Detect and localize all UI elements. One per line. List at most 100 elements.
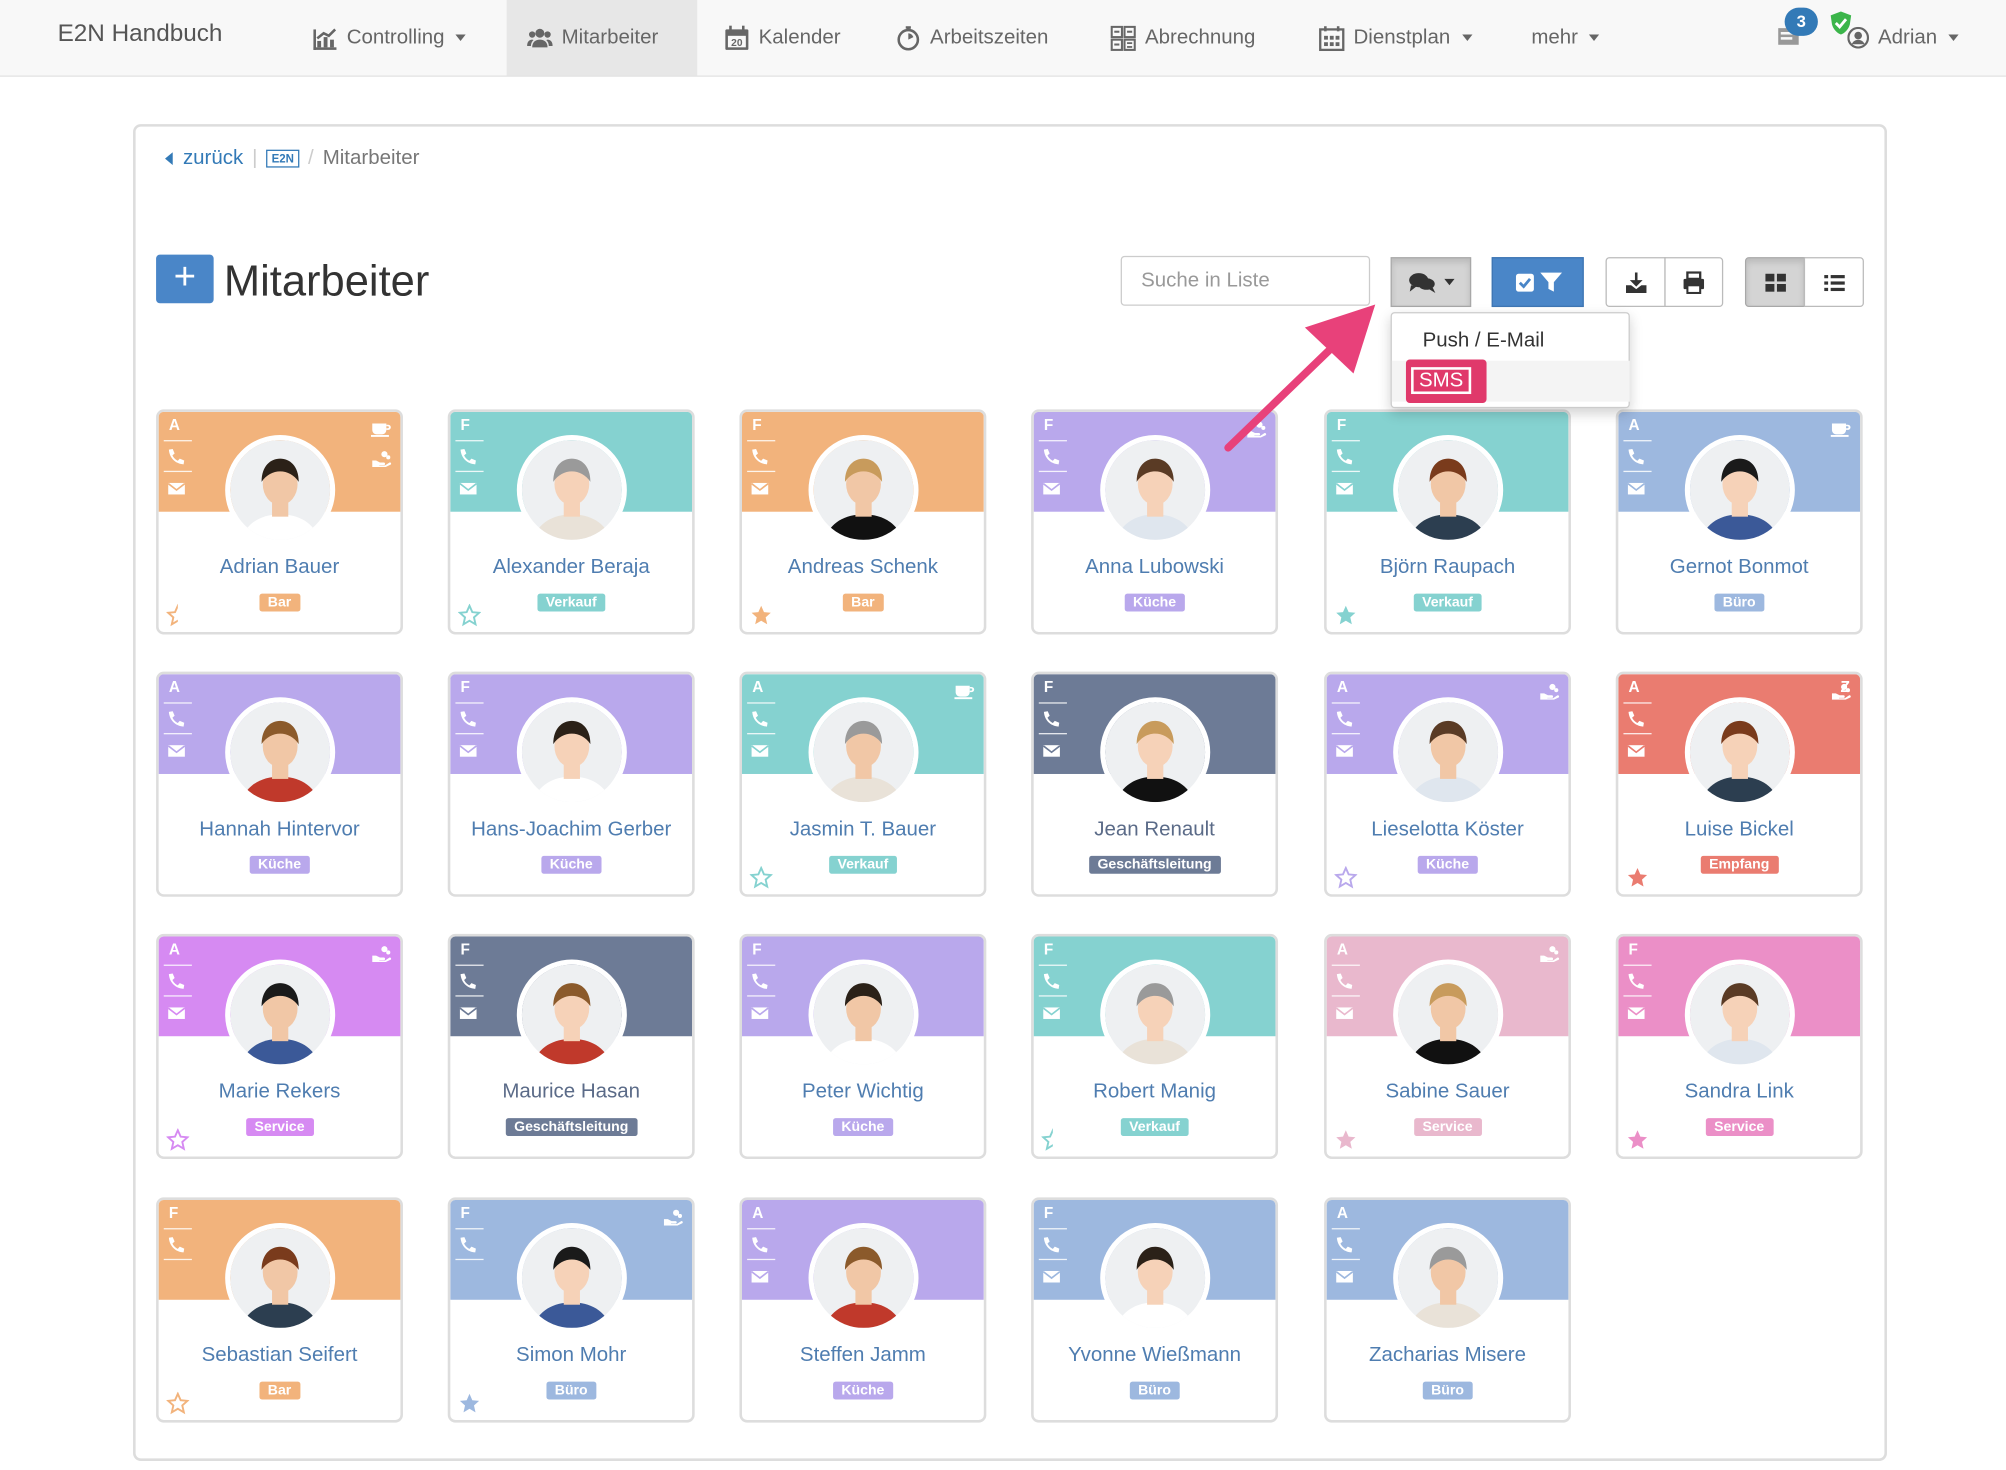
employee-name[interactable]: Simon Mohr	[450, 1345, 692, 1368]
employee-card[interactable]: F Alexander Beraja Verkauf	[447, 409, 695, 635]
mail-icon[interactable]	[1042, 480, 1061, 498]
e2n-logo[interactable]: E2N	[266, 149, 300, 168]
download-button[interactable]	[1605, 257, 1666, 308]
employee-card[interactable]: A Gernot Bonmot Büro	[1615, 409, 1863, 635]
mail-icon[interactable]	[1042, 1268, 1061, 1286]
add-employee-button[interactable]: +	[156, 254, 214, 304]
favorite-star-icon[interactable]	[1334, 604, 1357, 627]
mail-icon[interactable]	[751, 742, 769, 760]
mail-icon[interactable]	[1335, 742, 1354, 760]
employee-name[interactable]: Luise Bickel	[1618, 819, 1860, 842]
phone-icon[interactable]	[1043, 972, 1061, 990]
mail-icon[interactable]	[1042, 1004, 1061, 1022]
phone-icon[interactable]	[1336, 972, 1354, 990]
employee-name[interactable]: Jasmin T. Bauer	[742, 819, 984, 842]
employee-name[interactable]: Gernot Bonmot	[1618, 556, 1860, 579]
favorite-star-icon[interactable]	[1626, 1128, 1649, 1151]
employee-card[interactable]: F Hans-Joachim Gerber Küche	[447, 671, 695, 897]
mail-icon[interactable]	[459, 1004, 478, 1022]
nav-controlling[interactable]: Controlling	[312, 0, 467, 75]
phone-icon[interactable]	[751, 710, 769, 728]
phone-icon[interactable]	[168, 448, 186, 466]
phone-icon[interactable]	[751, 448, 769, 466]
phone-icon[interactable]	[459, 972, 477, 990]
phone-icon[interactable]	[1043, 448, 1061, 466]
employee-card[interactable]: A Jasmin T. Bauer Verkauf	[739, 671, 987, 897]
mail-icon[interactable]	[1627, 742, 1646, 760]
mail-icon[interactable]	[751, 480, 769, 498]
nav-mehr[interactable]: mehr	[1531, 0, 1600, 75]
favorite-star-icon[interactable]	[166, 1391, 190, 1415]
mail-icon[interactable]	[167, 742, 186, 760]
phone-icon[interactable]	[459, 710, 477, 728]
employee-card[interactable]: F Sandra Link Service	[1615, 933, 1863, 1160]
employee-name[interactable]: Björn Raupach	[1327, 556, 1569, 579]
phone-icon[interactable]	[1336, 1236, 1354, 1254]
nav-arbeitszeiten[interactable]: Arbeitszeiten	[896, 0, 1048, 75]
favorite-star-icon[interactable]	[166, 1128, 190, 1151]
nav-abrechnung[interactable]: Abrechnung	[1110, 0, 1255, 75]
employee-name[interactable]: Adrian Bauer	[159, 556, 401, 579]
mail-icon[interactable]	[751, 1268, 769, 1286]
print-button[interactable]	[1664, 257, 1724, 308]
phone-icon[interactable]	[1627, 710, 1645, 728]
nav-kalender[interactable]: 20 Kalender	[724, 0, 841, 75]
message-dropdown-button[interactable]	[1390, 257, 1472, 308]
employee-name[interactable]: Sebastian Seifert	[159, 1345, 401, 1368]
mail-icon[interactable]	[1335, 1004, 1354, 1022]
phone-icon[interactable]	[168, 1236, 186, 1254]
search-input[interactable]	[1120, 255, 1371, 306]
favorite-star-icon[interactable]	[1626, 866, 1649, 889]
favorite-star-icon[interactable]	[1041, 1128, 1064, 1151]
employee-name[interactable]: Zacharias Misere	[1327, 1345, 1569, 1368]
employee-card[interactable]: F Maurice Hasan Geschäftsleitung	[447, 933, 695, 1160]
phone-icon[interactable]	[751, 972, 769, 990]
employee-card[interactable]: A Steffen Jamm Küche	[739, 1197, 987, 1423]
employee-name[interactable]: Sandra Link	[1618, 1081, 1860, 1104]
phone-icon[interactable]	[751, 1236, 769, 1254]
phone-icon[interactable]	[168, 972, 186, 990]
favorite-star-icon[interactable]	[458, 1392, 481, 1415]
employee-card[interactable]: A Sabine Sauer Service	[1324, 933, 1571, 1160]
favorite-star-icon[interactable]	[749, 866, 773, 889]
menu-item-push-email[interactable]: Push / E-Mail	[1423, 330, 1545, 353]
phone-icon[interactable]	[459, 448, 477, 466]
favorite-star-icon[interactable]	[166, 603, 189, 627]
employee-card[interactable]: A Hannah Hintervor Küche	[156, 671, 403, 897]
employee-name[interactable]: Steffen Jamm	[742, 1345, 984, 1368]
employee-card[interactable]: F Simon Mohr Büro	[447, 1197, 695, 1423]
employee-name[interactable]: Hans-Joachim Gerber	[450, 819, 692, 842]
employee-card[interactable]: A Zacharias Misere Büro	[1324, 1197, 1571, 1423]
employee-card[interactable]: F Jean Renault Geschäftsleitung	[1031, 671, 1279, 897]
mail-icon[interactable]	[167, 480, 186, 498]
phone-icon[interactable]	[1627, 972, 1645, 990]
favorite-star-icon[interactable]	[457, 603, 482, 627]
phone-icon[interactable]	[1043, 1236, 1061, 1254]
filter-button[interactable]	[1491, 257, 1584, 308]
employee-card[interactable]: F Sebastian Seifert Bar	[156, 1197, 403, 1423]
employee-name[interactable]: Hannah Hintervor	[159, 819, 401, 842]
favorite-star-icon[interactable]	[750, 604, 773, 627]
employee-card[interactable]: A Adrian Bauer Bar	[156, 409, 403, 635]
chevron-left-icon[interactable]	[164, 152, 174, 166]
employee-name[interactable]: Jean Renault	[1034, 819, 1276, 842]
employee-name[interactable]: Alexander Beraja	[450, 556, 692, 579]
mail-icon[interactable]	[1335, 1268, 1354, 1286]
mail-icon[interactable]	[167, 1004, 186, 1022]
mail-icon[interactable]	[1627, 480, 1646, 498]
employee-card[interactable]: F Peter Wichtig Küche	[739, 933, 987, 1160]
employee-card[interactable]: A Marie Rekers Service	[156, 933, 403, 1160]
employee-card[interactable]: A Lieselotta Köster Küche	[1324, 671, 1571, 897]
mail-icon[interactable]	[1627, 1004, 1646, 1022]
grid-view-button[interactable]	[1744, 257, 1806, 308]
employee-name[interactable]: Peter Wichtig	[742, 1081, 984, 1104]
phone-icon[interactable]	[1043, 710, 1061, 728]
mail-icon[interactable]	[459, 480, 478, 498]
mail-icon[interactable]	[1335, 480, 1354, 498]
employee-card[interactable]: F Yvonne Wießmann Büro	[1031, 1197, 1279, 1423]
nav-mitarbeiter[interactable]: Mitarbeiter	[506, 0, 698, 76]
menu-item-sms[interactable]: SMS	[1405, 359, 1487, 403]
brand-title[interactable]: E2N Handbuch	[58, 20, 223, 48]
phone-icon[interactable]	[459, 1236, 477, 1254]
employee-card[interactable]: F Björn Raupach Verkauf	[1324, 409, 1571, 635]
